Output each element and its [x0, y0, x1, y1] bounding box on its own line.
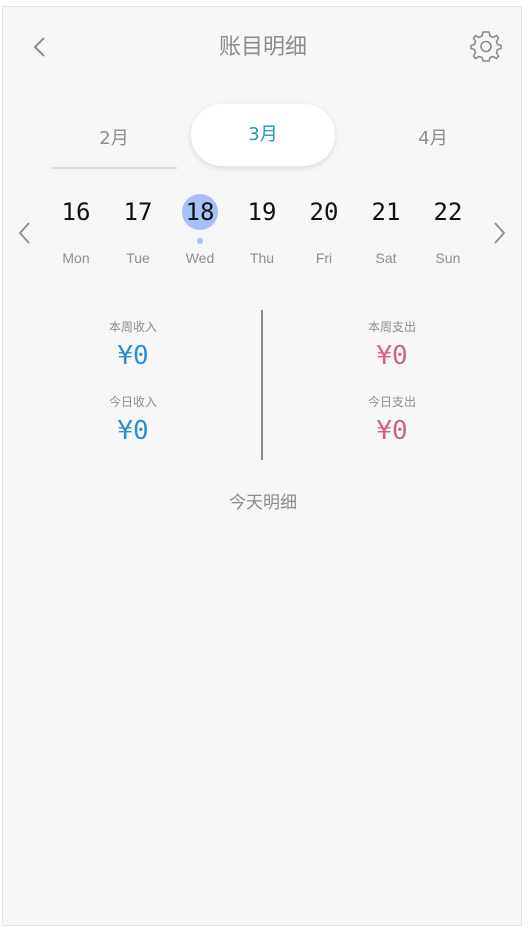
day-number: 21 — [371, 198, 401, 226]
page-title: 账目明细 — [218, 35, 307, 60]
day-number: 22 — [433, 198, 463, 226]
day-cell[interactable]: 16 Mon — [48, 192, 104, 278]
tab-month-next[interactable]: 4月 — [363, 111, 503, 167]
next-week-button[interactable] — [487, 219, 511, 247]
day-number: 17 — [123, 198, 153, 226]
day-name: Mon — [62, 250, 90, 266]
day-name: Fri — [315, 250, 333, 266]
month-label: 2月 — [99, 128, 129, 149]
week-income-value: ¥0 — [117, 341, 149, 371]
day-name: Wed — [185, 250, 215, 266]
day-cell[interactable]: 19 Thu — [234, 192, 290, 278]
day-number: 19 — [247, 198, 277, 226]
chevron-right-icon — [494, 222, 506, 244]
selected-day-dot — [197, 238, 203, 244]
today-detail-heading: 今天明细 — [229, 493, 297, 513]
day-name: Sun — [435, 250, 461, 266]
today-expense-label: 今日支出 — [367, 395, 416, 409]
today-income-label: 今日收入 — [108, 395, 157, 409]
day-number: 20 — [309, 198, 339, 226]
day-cell[interactable]: 21 Sat — [358, 192, 414, 278]
today-expense-value: ¥0 — [376, 416, 408, 446]
tab-month-prev[interactable]: 2月 — [51, 111, 177, 169]
month-label: 4月 — [418, 128, 448, 149]
month-label: 3月 — [248, 124, 278, 145]
app-frame: 账目明细 2月 3月 4月 16 Mon 17 Tue 18 Wed 19 Th… — [2, 6, 522, 926]
day-name: Tue — [126, 250, 150, 266]
day-name: Sat — [375, 250, 397, 266]
settings-button[interactable] — [469, 29, 503, 63]
day-name: Thu — [249, 250, 275, 266]
week-expense-label: 本周支出 — [367, 320, 416, 334]
gear-icon — [470, 31, 502, 62]
week-income-label: 本周收入 — [108, 320, 157, 334]
tab-month-current[interactable]: 3月 — [191, 104, 335, 166]
day-cell[interactable]: 22 Sun — [420, 192, 476, 278]
chevron-left-icon — [18, 222, 30, 244]
today-income-value: ¥0 — [117, 416, 149, 446]
day-cell-selected[interactable]: 18 Wed — [172, 192, 228, 278]
day-cell[interactable]: 20 Fri — [296, 192, 352, 278]
day-number: 16 — [61, 198, 91, 226]
day-number: 18 — [182, 194, 218, 230]
prev-week-button[interactable] — [13, 219, 37, 247]
stats-divider — [261, 310, 263, 460]
day-cell[interactable]: 17 Tue — [110, 192, 166, 278]
week-expense-value: ¥0 — [376, 341, 408, 371]
